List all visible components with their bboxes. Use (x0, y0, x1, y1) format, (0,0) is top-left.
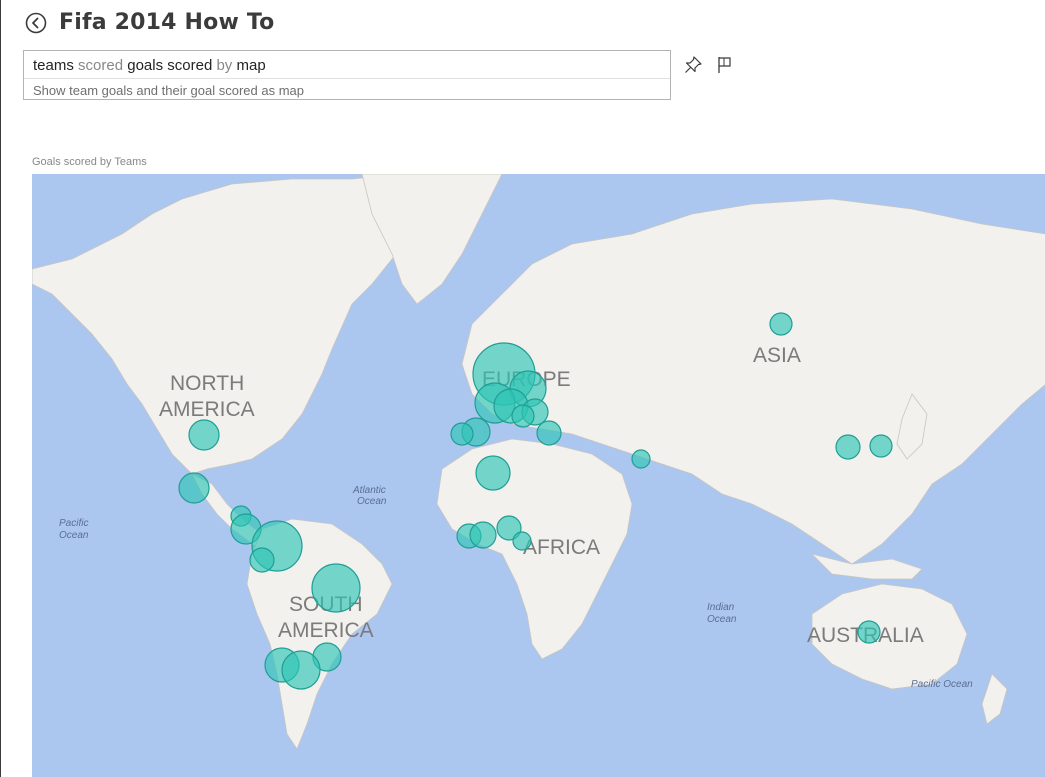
qa-restatement: Show team goals and their goal scored as… (33, 83, 304, 98)
bubble-bosnia[interactable] (511, 404, 535, 428)
label-pacific-e: Pacific Ocean (911, 679, 973, 690)
qa-term-goals-scored: goals scored (127, 57, 213, 74)
page-title: Fifa 2014 How To (59, 10, 275, 35)
qa-input[interactable]: teams scored goals scored by map (24, 51, 670, 79)
label-pacific-w-1: Pacific (59, 518, 88, 529)
bubble-mexico[interactable] (178, 472, 210, 504)
bubble-argentina[interactable] (281, 650, 321, 690)
qa-stopword-by: by (216, 57, 233, 74)
bubble-australia[interactable] (857, 620, 881, 644)
back-arrow-icon[interactable] (25, 12, 47, 34)
bubble-ecuador[interactable] (249, 547, 275, 573)
bubble-algeria[interactable] (475, 455, 511, 491)
label-indian-1: Indian (707, 602, 735, 613)
qa-question-box[interactable]: teams scored goals scored by map Show te… (23, 50, 671, 100)
page-header: Fifa 2014 How To (25, 10, 274, 35)
flag-icon[interactable] (715, 55, 735, 75)
qa-term-map: map (236, 57, 266, 74)
label-asia: ASIA (753, 344, 801, 367)
label-atlantic-2: Ocean (357, 496, 387, 507)
qa-term-teams: teams (33, 57, 74, 74)
label-south-america-2: AMERICA (278, 619, 374, 642)
bubble-portugal[interactable] (450, 422, 474, 446)
pin-icon[interactable] (683, 55, 703, 75)
qa-stopword-scored: scored (78, 57, 124, 74)
bubble-korea[interactable] (835, 434, 861, 460)
map-visual[interactable]: NORTH AMERICA SOUTH AMERICA EUROPE ASIA … (32, 174, 1045, 777)
world-map[interactable]: NORTH AMERICA SOUTH AMERICA EUROPE ASIA … (32, 174, 1045, 777)
bubble-ghana[interactable] (469, 521, 497, 549)
bubble-greece[interactable] (536, 420, 562, 446)
visual-title: Goals scored by Teams (32, 156, 147, 168)
label-africa: AFRICA (523, 536, 600, 559)
label-indian-2: Ocean (707, 614, 737, 625)
bubble-brazil[interactable] (311, 563, 361, 613)
label-pacific-w-2: Ocean (59, 530, 89, 541)
bubble-iran[interactable] (631, 449, 651, 469)
bubble-russia[interactable] (769, 312, 793, 336)
label-north-america-2: AMERICA (159, 398, 255, 421)
label-atlantic-1: Atlantic (352, 485, 386, 496)
bubble-cameroon[interactable] (512, 531, 532, 551)
label-north-america-1: NORTH (170, 372, 244, 395)
bubble-usa[interactable] (188, 419, 220, 451)
bubble-japan[interactable] (869, 434, 893, 458)
